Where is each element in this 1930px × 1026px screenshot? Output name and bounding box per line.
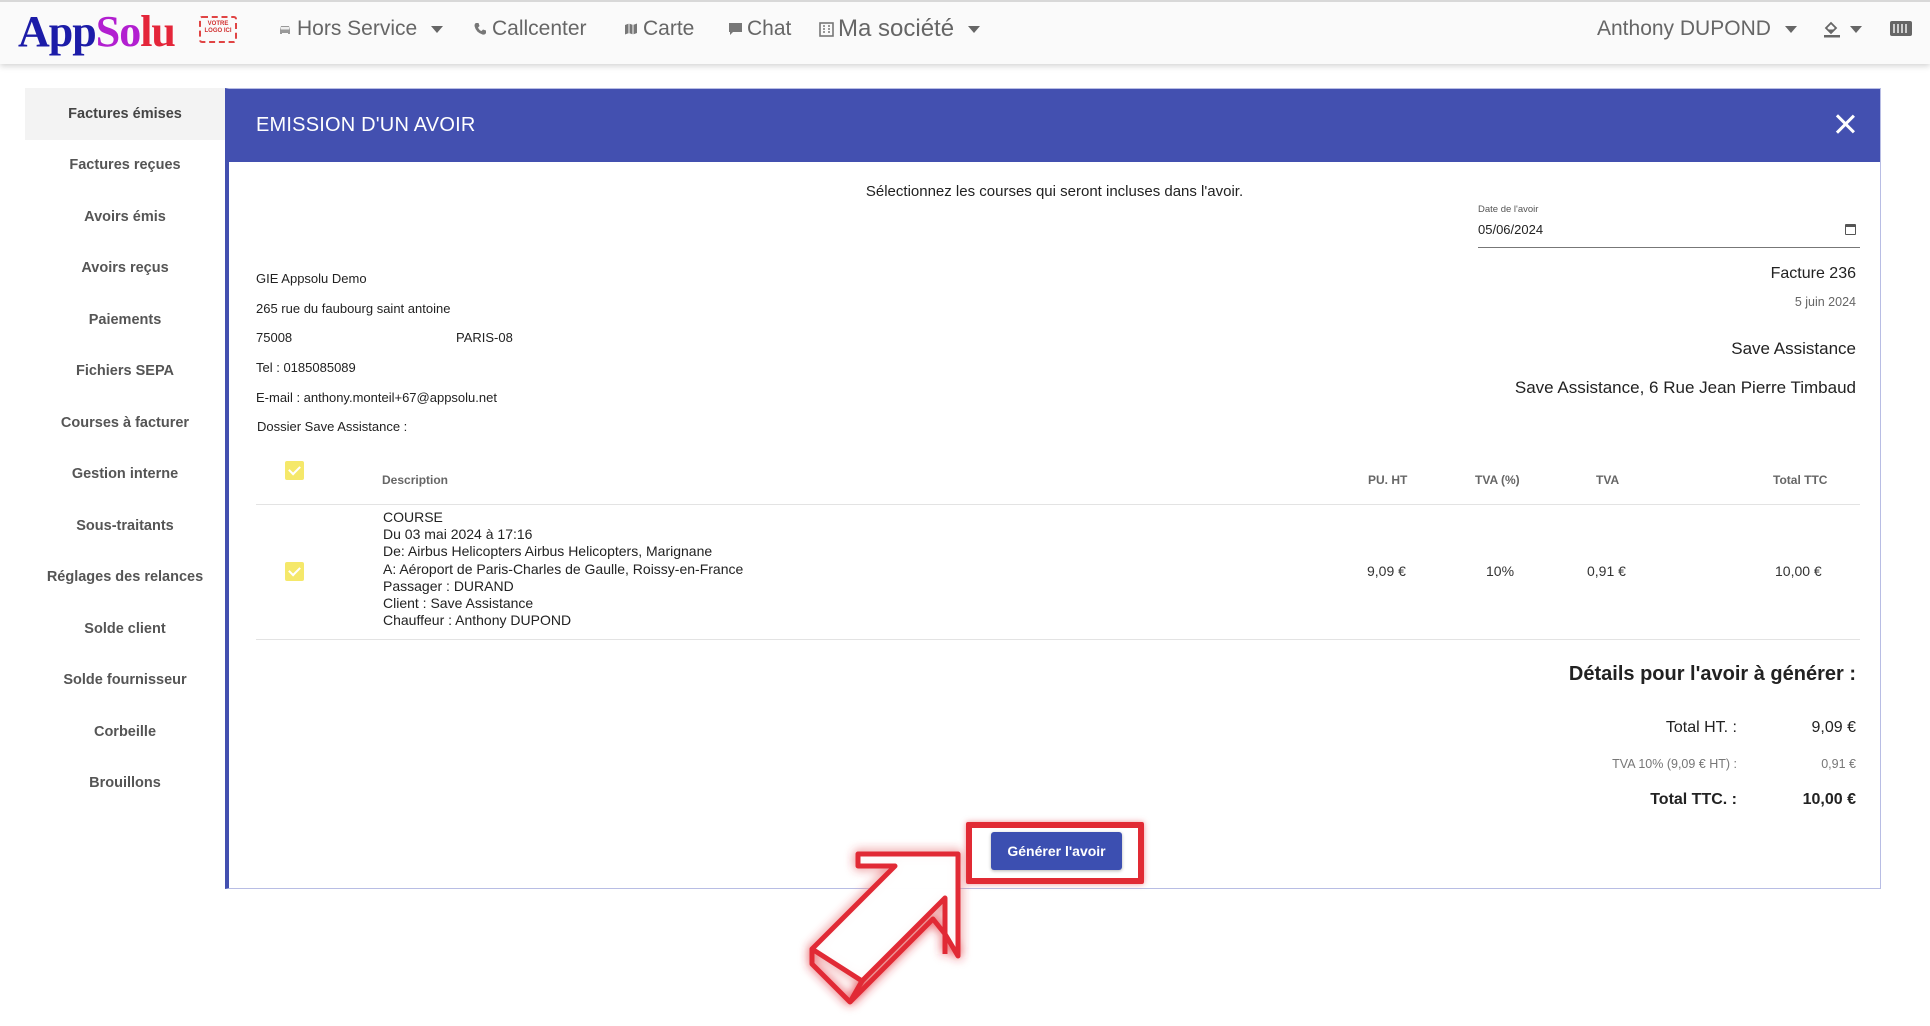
nav-hors-service[interactable]: Hors Service — [277, 14, 444, 44]
total-ht-label: Total HT. : — [1665, 719, 1737, 736]
keyboard-icon[interactable] — [1890, 21, 1912, 36]
courses-table-header: Description PU. HT TVA (%) TVA Total TTC — [256, 449, 1860, 505]
theme-menu[interactable] — [1822, 14, 1862, 44]
sidebar-item-corbeille[interactable]: Corbeille — [25, 706, 225, 758]
course-to: A: Aéroport de Paris-Charles de Gaulle, … — [383, 560, 744, 577]
logo-placeholder-stamp: VOTRE LOGO ICI — [199, 16, 237, 43]
modal-title: EMISSION D'UN AVOIR — [256, 114, 476, 136]
col-tva-pct: TVA (%) — [1475, 473, 1520, 487]
chevron-down-icon — [1850, 25, 1862, 33]
total-ttc-value: 10,00 € — [1802, 791, 1856, 808]
chevron-down-icon — [968, 25, 981, 33]
company-street: 265 rue du faubourg saint antoine — [256, 301, 451, 316]
sidebar-item-paiements[interactable]: Paiements — [25, 294, 225, 346]
course-passenger: Passager : DURAND — [383, 577, 514, 594]
sidebar-item-solde-fournisseur[interactable]: Solde fournisseur — [25, 655, 225, 707]
nav-carte[interactable]: Carte — [623, 14, 694, 44]
top-navbar: AppSolu VOTRE LOGO ICI Hors Service Call… — [0, 0, 1930, 64]
map-icon — [623, 20, 639, 38]
instruction-text: Sélectionnez les courses qui seront incl… — [865, 183, 1244, 200]
paint-bucket-icon — [1822, 20, 1842, 38]
course-description: COURSE Du 03 mai 2024 à 17:16 De: Airbus… — [383, 509, 743, 629]
company-tel: Tel : 0185085089 — [256, 360, 356, 375]
credit-note-modal: EMISSION D'UN AVOIR Sélectionnez les cou… — [225, 88, 1881, 889]
col-total-ttc: Total TTC — [1773, 473, 1828, 487]
sidebar-item-sous-traitants[interactable]: Sous-traitants — [25, 500, 225, 552]
sidebar-item-avoirs-emis[interactable]: Avoirs émis — [25, 191, 225, 243]
invoice-date: 5 juin 2024 — [1794, 295, 1856, 309]
phone-icon — [472, 20, 488, 38]
total-ht-value: 9,09 € — [1811, 719, 1856, 736]
appsolu-logo[interactable]: AppSolu — [18, 7, 176, 57]
course-date: Du 03 mai 2024 à 17:16 — [383, 526, 533, 543]
calendar-icon[interactable] — [1845, 224, 1856, 235]
col-pu-ht: PU. HT — [1368, 473, 1408, 487]
date-field-label: Date de l'avoir — [1478, 204, 1539, 215]
tva-label: TVA 10% (9,09 € HT) : — [1612, 757, 1737, 771]
tva-value: 0,91 € — [1821, 757, 1856, 771]
company-email: E-mail : anthony.monteil+67@appsolu.net — [256, 390, 497, 405]
highlight-box-annotation — [966, 822, 1144, 884]
chevron-down-icon — [1784, 25, 1797, 33]
sidebar-item-fichiers-sepa[interactable]: Fichiers SEPA — [25, 346, 225, 398]
building-icon — [818, 20, 834, 38]
col-description: Description — [382, 473, 449, 487]
chevron-down-icon — [431, 25, 444, 33]
close-icon[interactable] — [1835, 114, 1855, 134]
client-address: Save Assistance, 6 Rue Jean Pierre Timba… — [1514, 378, 1856, 397]
sidebar-item-brouillons[interactable]: Brouillons — [25, 758, 225, 810]
course-driver: Chauffeur : Anthony DUPOND — [383, 612, 572, 629]
nav-ma-societe[interactable]: Ma société — [818, 14, 981, 44]
cell-tva-pct: 10% — [1486, 563, 1515, 579]
sidebar-item-solde-client[interactable]: Solde client — [25, 603, 225, 655]
pointer-arrow-icon — [809, 851, 961, 1005]
user-menu[interactable]: Anthony DUPOND — [1597, 14, 1797, 44]
select-all-checkbox[interactable] — [285, 461, 304, 480]
course-client: Client : Save Assistance — [383, 595, 534, 612]
cell-tva: 0,91 € — [1587, 563, 1626, 579]
sidebar-item-avoirs-recus[interactable]: Avoirs reçus — [25, 243, 225, 295]
sidebar-item-reglages-relances[interactable]: Réglages des relances — [25, 552, 225, 604]
sidebar-item-gestion-interne[interactable]: Gestion interne — [25, 449, 225, 501]
nav-chat[interactable]: Chat — [727, 14, 791, 44]
chat-icon — [727, 20, 743, 38]
total-ttc-label: Total TTC. : — [1650, 791, 1737, 808]
table-row[interactable]: COURSE Du 03 mai 2024 à 17:16 De: Airbus… — [256, 505, 1860, 640]
sidebar-item-factures-recues[interactable]: Factures reçues — [25, 140, 225, 192]
course-from: De: Airbus Helicopters Airbus Helicopter… — [383, 543, 713, 560]
company-name: GIE Appsolu Demo — [256, 271, 367, 286]
sidebar-item-courses-a-facturer[interactable]: Courses à facturer — [25, 397, 225, 449]
nav-callcenter[interactable]: Callcenter — [472, 14, 587, 44]
sidebar: Factures émises Factures reçues Avoirs é… — [25, 88, 225, 809]
credit-note-date-field[interactable]: Date de l'avoir 05/06/2024 — [1478, 204, 1860, 248]
col-tva: TVA — [1596, 473, 1620, 487]
company-zip: 75008 — [256, 330, 293, 345]
invoice-number: Facture 236 — [1770, 265, 1856, 282]
date-field-value[interactable]: 05/06/2024 — [1478, 222, 1543, 237]
row-checkbox[interactable] — [285, 562, 304, 581]
sidebar-item-factures-emises[interactable]: Factures émises — [25, 88, 225, 140]
client-name: Save Assistance — [1731, 339, 1856, 358]
company-city: PARIS-08 — [456, 330, 513, 345]
modal-header: EMISSION D'UN AVOIR — [229, 89, 1880, 162]
cell-total-ttc: 10,00 € — [1775, 563, 1822, 579]
dossier-label: Dossier Save Assistance : — [257, 419, 408, 434]
cell-pu-ht: 9,09 € — [1367, 563, 1406, 579]
details-title: Détails pour l'avoir à générer : — [1568, 663, 1856, 685]
car-icon — [277, 20, 293, 38]
course-type: COURSE — [383, 509, 443, 525]
